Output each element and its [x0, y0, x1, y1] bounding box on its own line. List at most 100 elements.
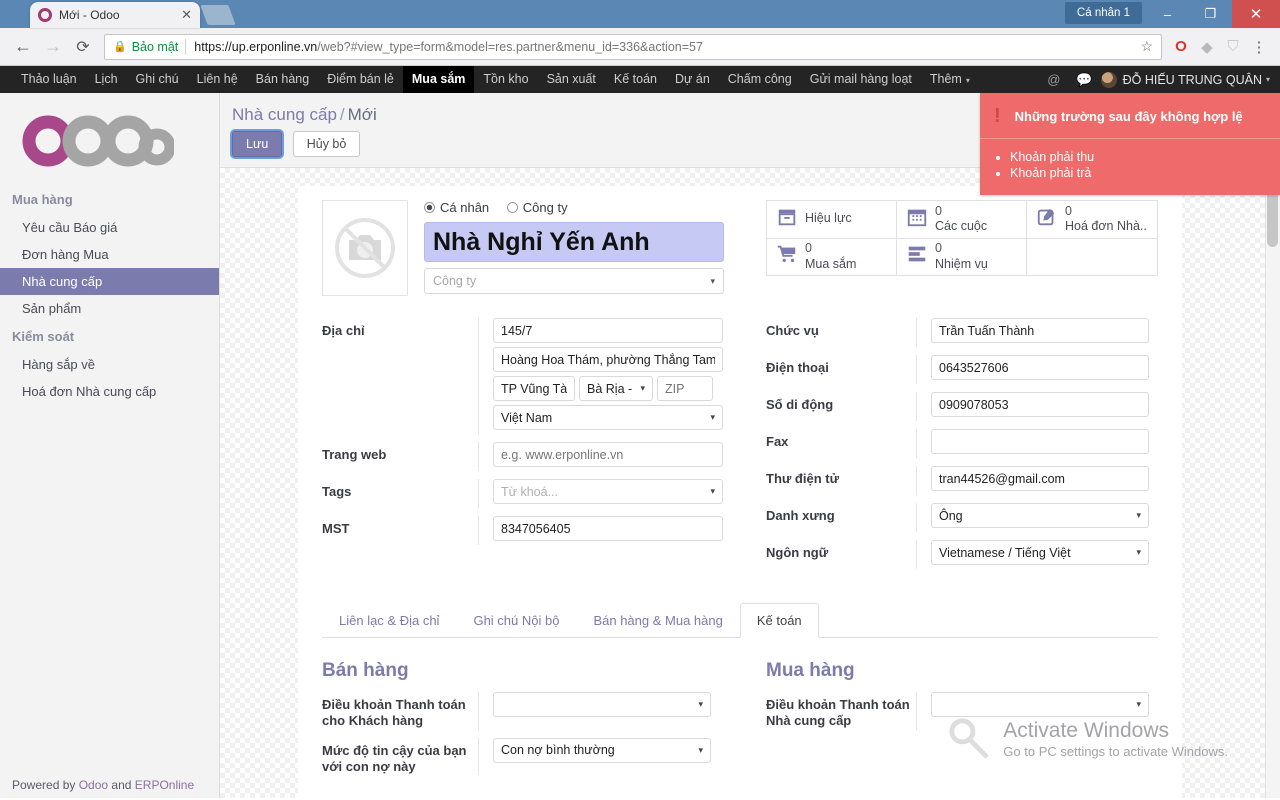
close-window-button[interactable]: ✕	[1232, 0, 1280, 28]
website-input[interactable]	[493, 442, 723, 467]
label-lang: Ngôn ngữ	[766, 545, 829, 560]
nav-item-0[interactable]: Thảo luận	[12, 66, 86, 93]
sales-terms-controls: ▾	[493, 692, 740, 721]
opera-extension-icon[interactable]: O	[1168, 38, 1194, 55]
maximize-button[interactable]: ❐	[1189, 0, 1232, 28]
bookmark-star-icon[interactable]: ☆	[1140, 38, 1153, 55]
tab-1[interactable]: Ghi chú Nội bộ	[456, 603, 576, 638]
field-divider	[916, 466, 917, 495]
forward-icon[interactable]: →	[38, 36, 68, 57]
app-body: Mua hàng Yêu cầu Báo giá Đơn hàng Mua Nhà c…	[0, 93, 1280, 798]
radio-company[interactable]: Công ty	[506, 200, 568, 215]
nav-item-7[interactable]: Tồn kho	[474, 66, 537, 93]
browser-toolbar: ← → ⟳ 🔒 Bảo mật https://up.erponline.vn/…	[0, 28, 1280, 66]
mentions-icon[interactable]: @	[1039, 72, 1068, 87]
discard-button[interactable]: Hủy bỏ	[292, 131, 361, 157]
address-bar[interactable]: 🔒 Bảo mật https://up.erponline.vn/web?#v…	[104, 33, 1162, 60]
shield-extension-icon[interactable]: ⛉	[1220, 38, 1246, 55]
form-tabs: Liên lạc & Địa chỉ Ghi chú Nội bộ Bán hàng…	[322, 603, 1158, 638]
sidebar-item-0-2[interactable]: Nhà cung cấp	[0, 268, 219, 295]
sidebar-item-1-0[interactable]: Hàng sắp về	[0, 351, 219, 378]
nav-item-1[interactable]: Lịch	[86, 66, 127, 93]
trust-select[interactable]: Con nợ bình thường ▾	[493, 737, 711, 763]
tags-select[interactable]: Từ khoá... ▾	[493, 479, 723, 504]
messages-icon[interactable]: 💬	[1068, 72, 1100, 88]
zip-input[interactable]	[657, 376, 713, 401]
vertical-scrollbar[interactable]	[1265, 93, 1280, 798]
tab-3[interactable]: Kế toán	[739, 603, 819, 638]
nav-item-2[interactable]: Ghi chú	[127, 66, 188, 93]
job-input[interactable]	[931, 318, 1149, 343]
new-tab-button[interactable]	[200, 5, 236, 25]
field-mobile: Số di động	[766, 392, 1158, 421]
breadcrumb-parent[interactable]: Nhà cung cấp	[232, 105, 337, 124]
footer-odoo-link[interactable]: Odoo	[79, 778, 108, 792]
radio-company-label: Công ty	[522, 200, 568, 215]
chevron-down-icon[interactable]: ▾	[1266, 75, 1270, 84]
mst-input[interactable]	[493, 516, 723, 541]
nav-item-3[interactable]: Liên hệ	[188, 66, 247, 93]
phone-input[interactable]	[931, 355, 1149, 380]
sales-heading: Bán hàng	[322, 660, 409, 681]
stat-button-3[interactable]: 0 Mua sắm	[767, 238, 897, 275]
fields-left-column: Địa chỉ Bà Rịa - ▾ Việt Nam ▾	[322, 318, 740, 577]
country-select[interactable]: Việt Nam ▾	[493, 405, 723, 430]
lang-select[interactable]: Vietnamese / Tiếng Việt ▾	[931, 540, 1149, 565]
footer-and: and	[111, 778, 132, 792]
error-item-0: Khoản phải thu	[1010, 149, 1266, 165]
stat-button-4[interactable]: 0 Nhiệm vụ	[897, 238, 1027, 275]
tab-close-icon[interactable]: ✕	[177, 7, 192, 23]
nav-item-6[interactable]: Mua sắm	[402, 66, 475, 93]
odoo-logo[interactable]	[0, 93, 219, 185]
reload-icon[interactable]: ⟳	[68, 37, 98, 57]
minimize-button[interactable]: –	[1146, 0, 1189, 28]
nav-item-4[interactable]: Bán hàng	[247, 66, 319, 93]
label-job: Chức vụ	[766, 323, 819, 338]
tab-2[interactable]: Bán hàng & Mua hàng	[576, 603, 739, 638]
street-input[interactable]	[493, 318, 723, 343]
stat-button-1[interactable]: 0 Các cuộc	[897, 201, 1027, 239]
sidebar-item-0-0[interactable]: Yêu cầu Báo giá	[0, 214, 219, 241]
email-input[interactable]	[931, 466, 1149, 491]
save-button[interactable]: Lưu	[232, 131, 283, 157]
nav-item-13[interactable]: Thêm ▾	[921, 66, 979, 94]
nav-item-8[interactable]: Sản xuất	[538, 66, 605, 93]
chevron-down-icon: ▾	[1136, 699, 1141, 709]
user-menu-label[interactable]: ĐỖ HIẾU TRUNG QUÂN	[1123, 73, 1262, 87]
nav-item-9[interactable]: Kế toán	[605, 66, 666, 93]
purchase-payment-terms-select[interactable]: ▾	[931, 692, 1149, 717]
nav-item-12[interactable]: Gửi mail hàng loạt	[801, 66, 921, 93]
title-select[interactable]: Ông ▾	[931, 503, 1149, 528]
back-icon[interactable]: ←	[8, 36, 38, 57]
radio-individual[interactable]: Cá nhân	[424, 200, 489, 215]
street2-input[interactable]	[493, 347, 723, 372]
radio-company-dot	[506, 202, 518, 213]
sales-payment-terms-select[interactable]: ▾	[493, 692, 711, 717]
partner-name-input[interactable]	[424, 222, 724, 262]
city-input[interactable]	[493, 376, 575, 401]
sidebar-item-0-3[interactable]: Sản phẩm	[0, 295, 219, 322]
browser-menu-icon[interactable]: ⋮	[1246, 38, 1272, 56]
mst-controls	[493, 516, 740, 545]
phone-controls	[931, 355, 1158, 384]
tab-0[interactable]: Liên lạc & Địa chỉ	[322, 603, 456, 638]
partner-image-placeholder[interactable]	[322, 200, 408, 296]
stat-button-0[interactable]: Hiệu lực	[767, 201, 897, 239]
stat-button-2[interactable]: 0 Hoá đơn Nhà...	[1027, 201, 1157, 239]
validation-error-popup[interactable]: ! Những trường sau đây không hợp lệ Khoả…	[980, 93, 1280, 195]
footer-erponline-link[interactable]: ERPOnline	[135, 778, 194, 792]
nav-item-11[interactable]: Chấm công	[719, 66, 801, 93]
browser-profile-chip[interactable]: Cá nhân 1	[1064, 2, 1142, 24]
mobile-input[interactable]	[931, 392, 1149, 417]
company-select-placeholder: Công ty	[433, 274, 477, 288]
nav-item-5[interactable]: Điểm bán lẻ	[318, 66, 403, 93]
browser-tab[interactable]: Mới - Odoo ✕	[30, 2, 200, 28]
sidebar-item-0-1[interactable]: Đơn hàng Mua	[0, 241, 219, 268]
state-select[interactable]: Bà Rịa - ▾	[579, 376, 653, 401]
sidebar-item-1-1[interactable]: Hoá đơn Nhà cung cấp	[0, 378, 219, 405]
fax-input[interactable]	[931, 429, 1149, 454]
nav-item-10[interactable]: Dự án	[666, 66, 719, 93]
drop-extension-icon[interactable]: ◆	[1194, 38, 1220, 56]
mobile-controls	[931, 392, 1158, 421]
company-select[interactable]: Công ty ▾	[424, 268, 724, 294]
